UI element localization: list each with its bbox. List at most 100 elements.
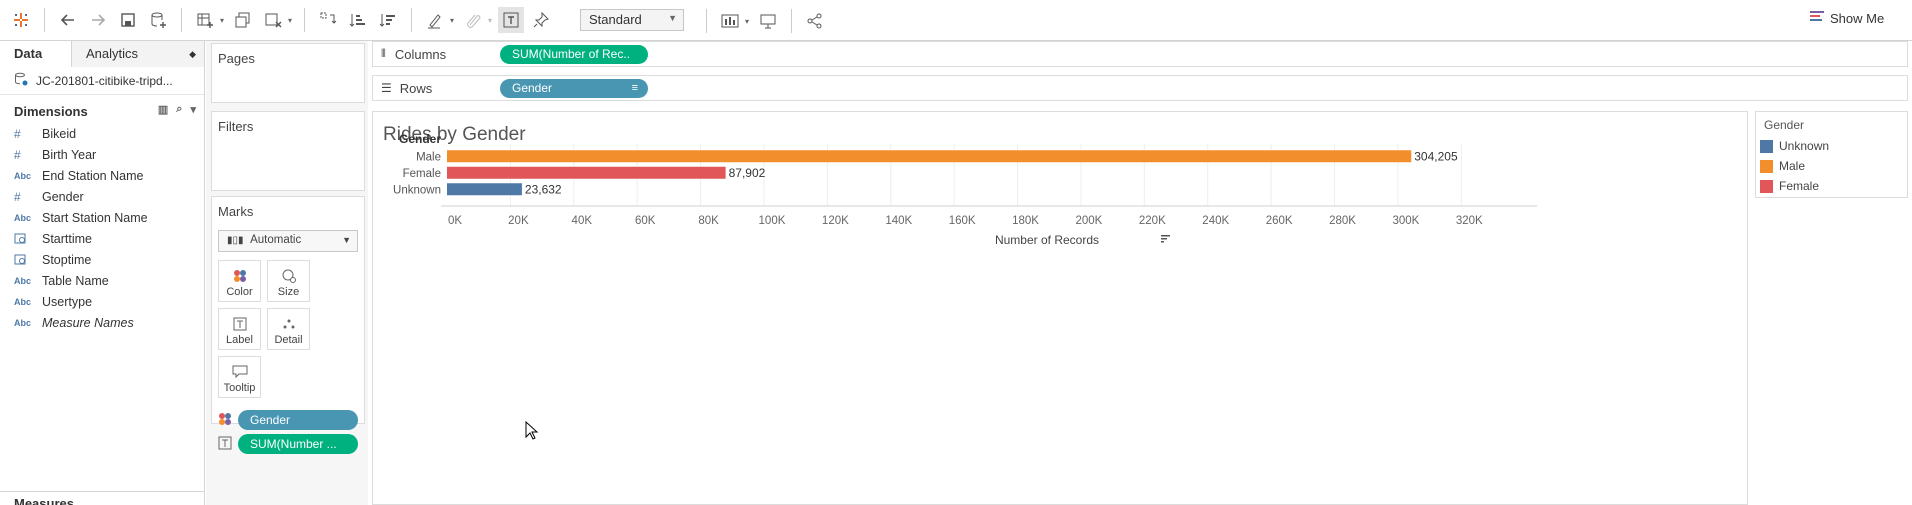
dimension-field-name: Table Name: [42, 273, 109, 288]
filters-card-title: Filters: [218, 119, 254, 134]
detail-label: Detail: [274, 334, 303, 346]
chevron-down-icon[interactable]: ▾: [488, 16, 496, 25]
x-tick-label: 140K: [885, 215, 912, 227]
mark-type-select[interactable]: ▮▯▮ Automatic ▼: [218, 230, 358, 252]
cards-column: Pages Filters Marks ▮▯▮ Automatic ▼ Colo…: [206, 41, 368, 505]
rows-label: Rows: [399, 80, 433, 96]
show-me-button[interactable]: Show Me: [1810, 10, 1884, 27]
search-icon[interactable]: ⌕: [176, 103, 182, 116]
tab-data[interactable]: Data: [0, 41, 72, 67]
dimension-field[interactable]: Stoptime: [0, 249, 204, 270]
new-worksheet-icon[interactable]: [192, 7, 218, 33]
dimension-field[interactable]: Abc Start Station Name: [0, 207, 204, 228]
x-tick-label: 220K: [1139, 215, 1166, 227]
dimension-field-name: Usertype: [42, 294, 93, 309]
chevron-down-icon: ▼: [668, 13, 677, 23]
show-cards-icon[interactable]: [717, 8, 743, 34]
chevron-down-icon[interactable]: ▾: [450, 16, 458, 25]
dimension-field[interactable]: # Bikeid: [0, 123, 204, 144]
dimension-field[interactable]: Abc Table Name: [0, 270, 204, 291]
x-tick-label: 280K: [1329, 215, 1356, 227]
toolbar: ▾ ▾ ▾ ▾ Standard ▼ ▾ Show Me: [0, 0, 1912, 41]
sort-ascending-icon[interactable]: [345, 7, 371, 33]
chevron-down-icon[interactable]: ▾: [190, 103, 196, 116]
dimension-field-name: Bikeid: [42, 126, 77, 141]
duplicate-sheet-icon[interactable]: [230, 7, 256, 33]
fit-select[interactable]: Standard ▼: [580, 9, 684, 31]
clear-sheet-icon[interactable]: [260, 7, 286, 33]
chevron-down-icon[interactable]: ▾: [745, 17, 753, 26]
group-members-icon[interactable]: [460, 7, 486, 33]
columns-label: Columns: [394, 46, 447, 62]
legend-label: Male: [1779, 159, 1806, 173]
x-tick-label: 160K: [949, 215, 976, 227]
dimensions-tools: ▥ ⌕ ▾: [158, 103, 196, 116]
dimension-field-name: Gender: [42, 189, 84, 204]
show-me-label: Show Me: [1830, 11, 1885, 26]
datasource-item[interactable]: JC-201801-citibike-tripd...: [0, 67, 204, 95]
swap-rows-columns-icon[interactable]: [315, 7, 341, 33]
toolbar-separator: [791, 9, 792, 33]
filters-card[interactable]: Filters: [211, 111, 365, 191]
dimension-field[interactable]: # Gender: [0, 186, 204, 207]
dimension-field-name: End Station Name: [42, 168, 144, 183]
show-mark-labels-icon[interactable]: [498, 7, 524, 33]
chevron-down-icon: ▼: [342, 235, 351, 245]
sort-icon[interactable]: [1161, 235, 1170, 243]
new-datasource-icon[interactable]: [145, 7, 171, 33]
color-button[interactable]: Color: [218, 260, 261, 302]
highlight-icon[interactable]: [422, 7, 448, 33]
mark-type-value: Automatic: [250, 234, 302, 246]
sum-records-label-pill[interactable]: SUM(Number ...: [238, 434, 358, 454]
datasource-name: JC-201801-citibike-tripd...: [36, 73, 173, 88]
share-icon[interactable]: [802, 8, 828, 34]
presentation-mode-icon[interactable]: [755, 8, 781, 34]
sort-icon: ≡: [631, 81, 638, 94]
legend-item[interactable]: Female: [1756, 176, 1907, 196]
dimension-field[interactable]: Abc End Station Name: [0, 165, 204, 186]
data-label: 304,205: [1414, 149, 1458, 163]
dimension-field[interactable]: Starttime: [0, 228, 204, 249]
dimension-field[interactable]: # Birth Year: [0, 144, 204, 165]
label-button[interactable]: Label: [218, 308, 261, 350]
size-icon: [281, 266, 297, 286]
chevron-down-icon[interactable]: ▾: [220, 16, 228, 25]
tooltip-button[interactable]: Tooltip: [218, 356, 261, 398]
row-header: Gender: [399, 132, 441, 146]
legend-item[interactable]: Male: [1756, 156, 1907, 176]
dimension-field[interactable]: Abc Usertype: [0, 291, 204, 312]
size-label: Size: [277, 286, 300, 298]
datasource-icon: [14, 72, 28, 89]
rows-icon: ☰: [381, 81, 392, 95]
gender-color-pill[interactable]: Gender: [238, 410, 358, 430]
legend-item[interactable]: Unknown: [1756, 136, 1907, 156]
legend-swatch: [1760, 159, 1773, 173]
view-data-icon[interactable]: ▥: [158, 103, 168, 116]
mouse-cursor-icon: [525, 420, 539, 444]
toolbar-separator: [411, 8, 412, 32]
dimension-field-name: Measure Names: [42, 315, 134, 330]
save-icon[interactable]: [115, 7, 141, 33]
x-axis-title: Number of Records: [995, 233, 1099, 247]
marks-card: Marks ▮▯▮ Automatic ▼ Color Size Label D…: [211, 196, 365, 454]
sort-descending-icon[interactable]: [375, 7, 401, 33]
pin-axes-icon[interactable]: [528, 7, 554, 33]
sum-records-columns-pill[interactable]: SUM(Number of Rec..: [500, 44, 648, 64]
gender-rows-pill[interactable]: Gender ≡: [500, 78, 648, 98]
tooltip-icon: [232, 362, 248, 382]
chevron-down-icon[interactable]: ▾: [288, 16, 296, 25]
rows-shelf[interactable]: ☰ Rows Gender ≡: [372, 75, 1908, 101]
color-encoding-icon: [218, 412, 232, 429]
redo-icon[interactable]: [85, 7, 111, 33]
pages-card[interactable]: Pages: [211, 43, 365, 103]
tableau-logo-icon[interactable]: [8, 7, 34, 33]
category-label: Unknown: [393, 184, 441, 196]
detail-button[interactable]: Detail: [267, 308, 310, 350]
tab-analytics[interactable]: Analytics ◆: [72, 41, 204, 67]
dimension-field[interactable]: Abc Measure Names: [0, 312, 204, 333]
size-button[interactable]: Size: [267, 260, 310, 302]
undo-icon[interactable]: [55, 7, 81, 33]
columns-shelf[interactable]: ⦀ Columns SUM(Number of Rec..: [372, 41, 1908, 67]
color-icon: [233, 266, 247, 286]
number-type-icon: #: [14, 189, 21, 204]
